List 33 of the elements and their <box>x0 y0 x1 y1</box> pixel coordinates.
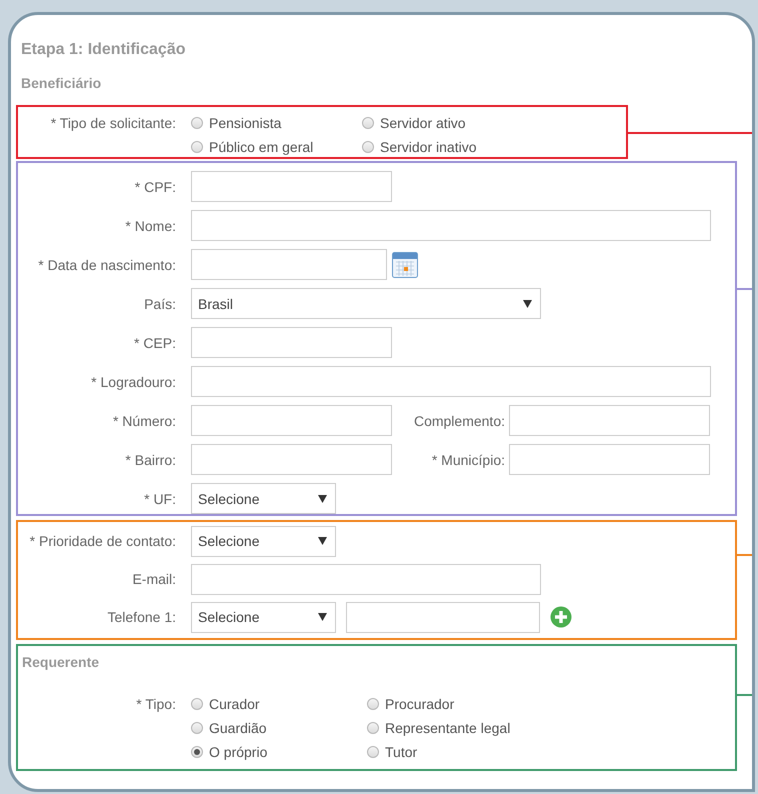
field-label: * Tipo de solicitante: <box>50 114 176 133</box>
field-label: * Data de nascimento: <box>37 256 176 272</box>
radio-label: Procurador <box>385 696 454 712</box>
section-heading: Requerente <box>22 653 100 672</box>
field-label: * Número: <box>112 412 176 428</box>
radio-label: O próprio <box>209 744 268 760</box>
dropdown[interactable]: Selecione <box>191 526 336 556</box>
field-label: * Tipo: <box>135 695 176 714</box>
radio-label: Representante legal <box>385 720 510 736</box>
dropdown[interactable]: Brasil <box>191 288 541 319</box>
radio-label: Servidor ativo <box>380 115 466 131</box>
field-label: Telefone 1: <box>106 609 176 625</box>
field-label: País: <box>143 296 176 312</box>
step-title: Etapa 1: Identificação <box>21 40 186 60</box>
field-label: * CEP: <box>132 334 176 350</box>
dropdown[interactable]: Selecione <box>191 483 336 514</box>
field-label: * Logradouro: <box>90 374 176 390</box>
field-label: * Município: <box>430 452 505 468</box>
field-label: E-mail: <box>131 571 176 587</box>
radio-label: Pensionista <box>209 115 282 131</box>
field-label: * UF: <box>143 490 176 506</box>
radio-label: Público em geral <box>209 139 314 155</box>
radio-label: Servidor inativo <box>380 139 476 155</box>
field-label: Complemento: <box>412 412 505 428</box>
field-label: * CPF: <box>134 178 176 194</box>
section-heading: Beneficiário <box>21 74 102 93</box>
field-label: * Bairro: <box>124 452 176 468</box>
radio-label: Tutor <box>385 744 418 760</box>
dropdown[interactable]: Selecione <box>191 602 336 632</box>
field-label: * Prioridade de contato: <box>28 533 176 549</box>
radio-label: Curador <box>209 696 260 712</box>
field-label: * Nome: <box>124 218 176 234</box>
radio-label: Guardião <box>209 720 267 736</box>
